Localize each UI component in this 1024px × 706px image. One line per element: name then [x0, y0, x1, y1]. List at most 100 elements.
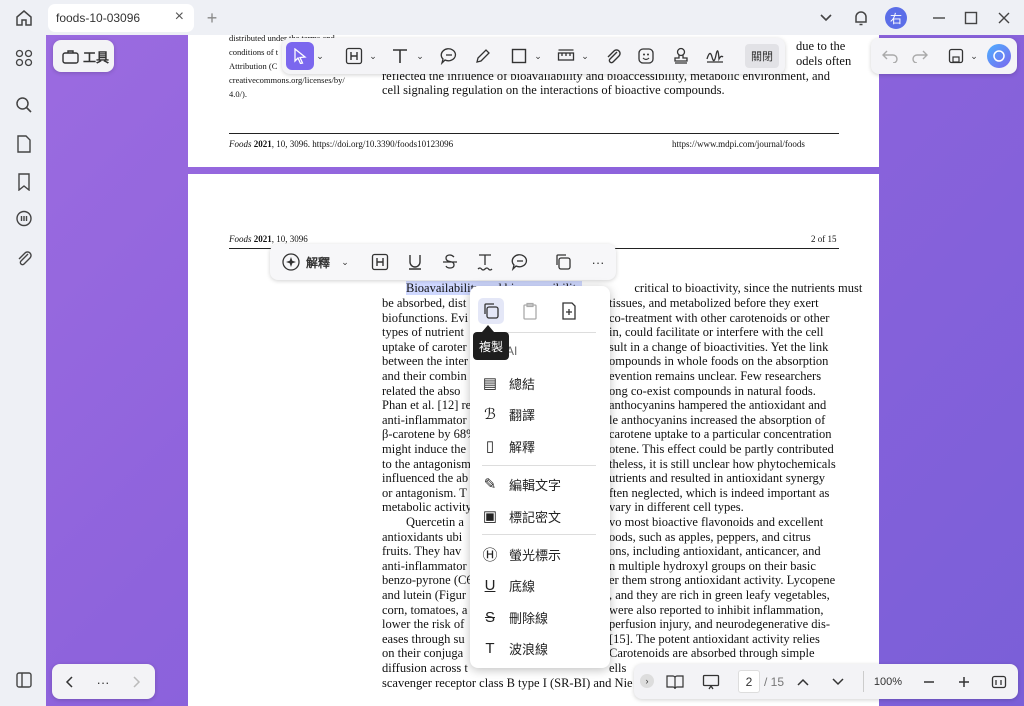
redo-icon[interactable] [909, 45, 931, 67]
close-toolbar-button[interactable]: 關閉 [745, 44, 779, 68]
bookmark-icon[interactable] [13, 171, 35, 193]
body-line: conditions of t [229, 47, 279, 57]
body-fragment: due to the [796, 39, 846, 53]
stamp-icon[interactable] [669, 44, 693, 68]
chevron-down-icon[interactable]: ⌄ [969, 48, 979, 64]
sidebar-toggle-icon[interactable] [13, 669, 35, 691]
chevron-right-icon[interactable] [126, 671, 148, 693]
highlight-tool-icon[interactable] [342, 44, 366, 68]
document-tab[interactable]: foods-10-03096 × [48, 4, 194, 32]
text-tool-icon[interactable] [388, 44, 412, 68]
home-icon[interactable] [12, 7, 36, 29]
signature-icon[interactable] [703, 44, 727, 68]
search-icon[interactable] [13, 94, 35, 116]
maximize-icon[interactable] [960, 7, 982, 29]
body-line: n multiple hydroxyl groups on their basi… [609, 558, 816, 573]
copy-icon[interactable] [552, 251, 574, 273]
copy-icon[interactable] [478, 298, 504, 324]
ai-assistant-icon[interactable] [987, 44, 1011, 68]
ai-explain-label[interactable]: 解釋 [306, 253, 330, 271]
body-line: [15]. The potent antioxidant activity re… [609, 631, 820, 646]
squiggly-underline-icon[interactable] [474, 251, 496, 273]
underline-icon[interactable] [404, 251, 426, 273]
ai-sparkle-icon[interactable] [280, 251, 302, 273]
zoom-in-icon[interactable] [953, 671, 975, 693]
body-line: be absorbed, dist [382, 296, 467, 310]
new-tab-plus-icon[interactable]: + [202, 7, 222, 29]
sticker-icon[interactable] [634, 44, 658, 68]
menu-item-strikethrough[interactable]: S 刪除線 [480, 604, 548, 630]
menu-item-edit-text[interactable]: ✎ 編輯文字 [480, 471, 561, 497]
chevron-down-icon[interactable]: ⌄ [533, 48, 543, 64]
menu-item-highlight[interactable]: Ⓗ 螢光標示 [480, 541, 561, 567]
zoom-level[interactable]: 100% [870, 671, 906, 693]
menu-item-summarize[interactable]: ▤ 總結 [480, 370, 535, 396]
presentation-icon[interactable] [700, 671, 722, 693]
page-number-input[interactable]: 2 [738, 670, 760, 693]
chevron-down-icon[interactable]: ⌄ [340, 254, 350, 270]
chevron-down-icon[interactable]: ⌄ [368, 48, 378, 64]
chevron-down-icon[interactable]: ⌄ [580, 48, 590, 64]
body-line: biofunctions. Evi [382, 310, 469, 325]
body-line: vo most bioactive flavonoids and excelle… [609, 515, 824, 529]
pen-icon[interactable] [471, 44, 495, 68]
more-options-icon[interactable]: ··· [587, 251, 609, 273]
menu-item-squiggly[interactable]: T 波浪線 [480, 635, 548, 661]
menu-item-translate[interactable]: ℬ 翻譯 [480, 401, 535, 427]
body-line: Carotenoids are absorbed through simple [609, 646, 815, 661]
more-icon[interactable]: ··· [92, 671, 114, 693]
body-line: diffusion across t [382, 661, 468, 675]
body-line: types of nutrient [382, 325, 464, 340]
close-window-icon[interactable] [993, 7, 1015, 29]
body-line: sult in a change of bioactivities. Yet t… [609, 339, 829, 354]
close-tab-icon[interactable]: × [175, 8, 184, 26]
squiggly-underline-icon: T [485, 639, 495, 657]
tools-button[interactable]: 工具 [53, 40, 114, 72]
apps-grid-icon[interactable] [13, 47, 35, 69]
menu-item-explain[interactable]: ▯ 解釋 [480, 433, 535, 459]
body-line: ons, including antioxidant, anticancer, … [609, 544, 821, 559]
tools-label: 工具 [83, 49, 110, 65]
paste-icon[interactable] [517, 298, 543, 324]
bottom-status-bar: › 2 / 15 100% [634, 664, 1018, 699]
next-page-icon[interactable] [827, 671, 849, 693]
chevron-down-icon[interactable]: ⌄ [315, 48, 325, 64]
comment-icon[interactable] [13, 208, 35, 230]
attachment-icon[interactable] [13, 247, 35, 269]
select-cursor-icon[interactable] [286, 42, 314, 70]
previous-page-icon[interactable] [792, 671, 814, 693]
body-line: ells [609, 661, 627, 675]
note-icon[interactable] [437, 44, 461, 68]
comment-note-icon[interactable] [509, 251, 531, 273]
avatar[interactable]: 右 [885, 7, 907, 29]
reading-mode-icon[interactable] [664, 671, 686, 693]
menu-item-redact[interactable]: ▣ 標記密文 [480, 503, 561, 529]
attachment-tool-icon[interactable] [601, 44, 625, 68]
shape-rectangle-icon[interactable] [507, 44, 531, 68]
body-line: β-carotene by 68% [382, 427, 477, 442]
zoom-out-icon[interactable] [918, 671, 940, 693]
body-line: creativecommons.org/licenses/by/ [229, 75, 345, 85]
body-line: evention remains unclear. Few researcher… [609, 369, 822, 383]
menu-item-underline[interactable]: U 底線 [480, 572, 535, 598]
measure-icon[interactable] [554, 44, 578, 68]
body-line: benzo-pyrone (C6 [382, 573, 473, 588]
actual-size-icon[interactable] [989, 672, 1009, 692]
undo-icon[interactable] [879, 45, 901, 67]
chevron-down-icon[interactable]: ⌄ [415, 48, 425, 64]
menu-separator [482, 534, 596, 535]
highlight-icon[interactable] [369, 251, 391, 273]
add-bookmark-icon[interactable] [556, 298, 582, 324]
minimize-icon[interactable] [928, 7, 950, 29]
page-thumbnail-icon[interactable] [13, 133, 35, 155]
body-line: related the abso [382, 383, 461, 398]
collapse-arrow-icon[interactable]: › [640, 674, 654, 688]
body-line: anthocyanins hampered the antioxidant an… [609, 398, 827, 413]
body-line: tissues, and metabolized before they exe… [609, 296, 819, 310]
body-line: and lutein (Figur [382, 588, 467, 602]
chevron-left-icon[interactable] [58, 671, 80, 693]
strikethrough-icon[interactable] [439, 251, 461, 273]
save-icon[interactable] [945, 45, 967, 67]
bell-icon[interactable] [850, 7, 872, 29]
chevron-down-icon[interactable] [816, 8, 836, 28]
